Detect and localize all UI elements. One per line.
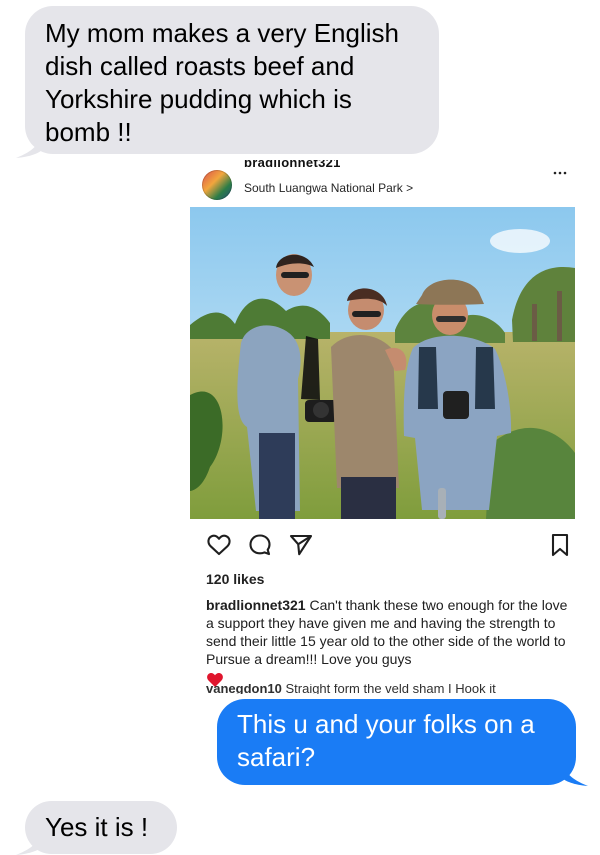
heart-outline-icon[interactable] (206, 532, 232, 558)
incoming-message-text: My mom makes a very English dish called … (45, 18, 399, 147)
outgoing-bubble-tail (562, 764, 588, 786)
incoming-message-bubble[interactable]: My mom makes a very English dish called … (25, 6, 439, 154)
incoming-reply-bubble[interactable]: Yes it is ! (25, 801, 177, 854)
post-actions (190, 532, 575, 562)
comment-icon[interactable] (247, 532, 273, 558)
messages-screen: My mom makes a very English dish called … (0, 0, 600, 855)
caption-username[interactable]: bradlionnet321 (206, 597, 306, 613)
more-icon[interactable] (553, 170, 567, 176)
incoming-bubble-tail (16, 136, 42, 158)
avatar[interactable] (202, 170, 232, 200)
paper-plane-icon[interactable] (288, 532, 314, 558)
bookmark-icon[interactable] (547, 532, 573, 558)
post-location[interactable]: South Luangwa National Park > (244, 181, 413, 195)
comment-preview-clipped: vanegdon10 Straight form the veld sham I… (206, 684, 568, 694)
comment-username[interactable]: vanegdon10 (206, 684, 282, 694)
incoming-reply-tail (16, 833, 42, 855)
comment-text: Straight form the veld sham I Hook it (281, 684, 496, 694)
incoming-reply-text: Yes it is ! (45, 812, 149, 842)
post-caption: bradlionnet321 Can't thank these two eno… (206, 596, 568, 693)
comment-preview: vanegdon10 Straight form the veld sham I… (206, 684, 568, 694)
post-header: bradlionnet321 South Luangwa National Pa… (190, 160, 575, 204)
instagram-post-screenshot[interactable]: bradlionnet321 South Luangwa National Pa… (190, 160, 575, 694)
outgoing-message-text: This u and your folks on a safari? (237, 709, 535, 772)
likes-count[interactable]: 120 likes (206, 571, 264, 587)
post-username[interactable]: bradlionnet321 (244, 160, 341, 169)
outgoing-message-bubble[interactable]: This u and your folks on a safari? (217, 699, 576, 785)
safari-photo[interactable] (190, 207, 575, 519)
